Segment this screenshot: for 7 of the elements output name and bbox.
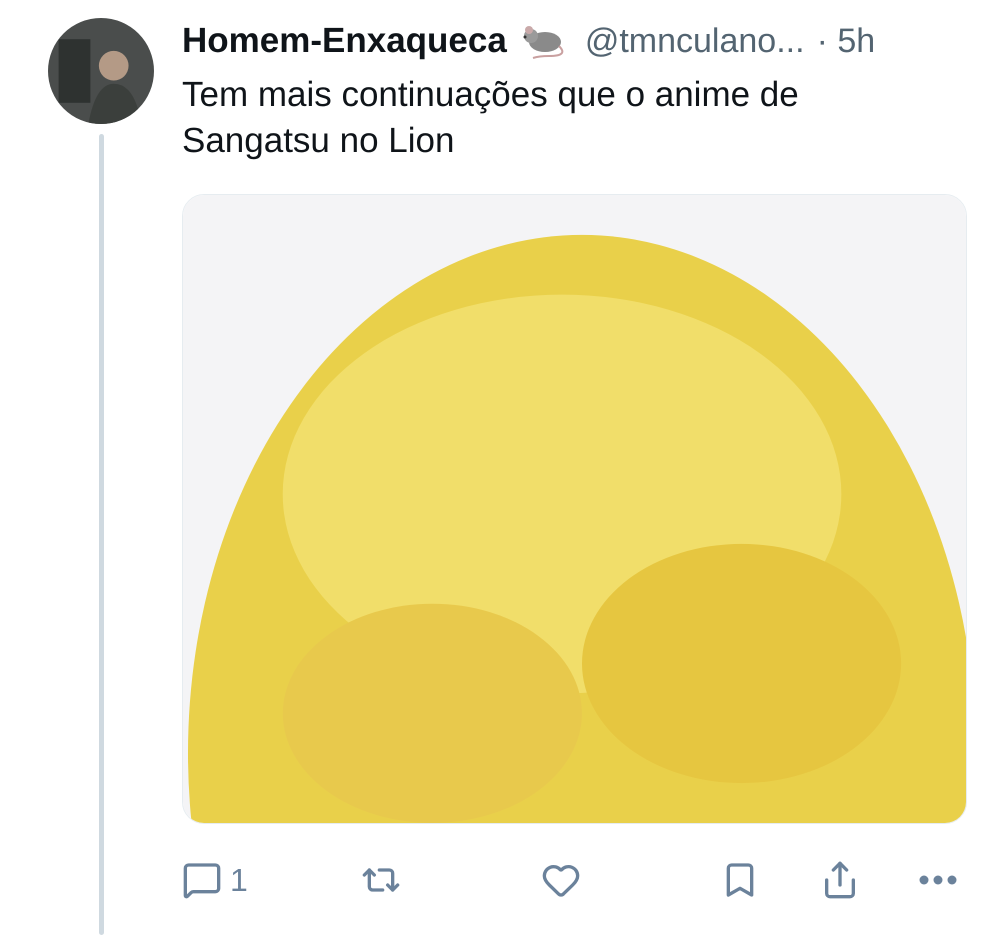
reply-count: 1	[230, 861, 248, 900]
post-text: Tem mais continuações que o anime de Sangatsu no Lion	[182, 74, 800, 162]
more-icon	[918, 875, 957, 885]
author-name[interactable]: Homem-Enxaqueca	[182, 14, 507, 68]
post-time: · 5h	[816, 20, 876, 62]
author-handle[interactable]: @tmnculano...	[584, 16, 805, 66]
more-button[interactable]	[918, 875, 957, 885]
